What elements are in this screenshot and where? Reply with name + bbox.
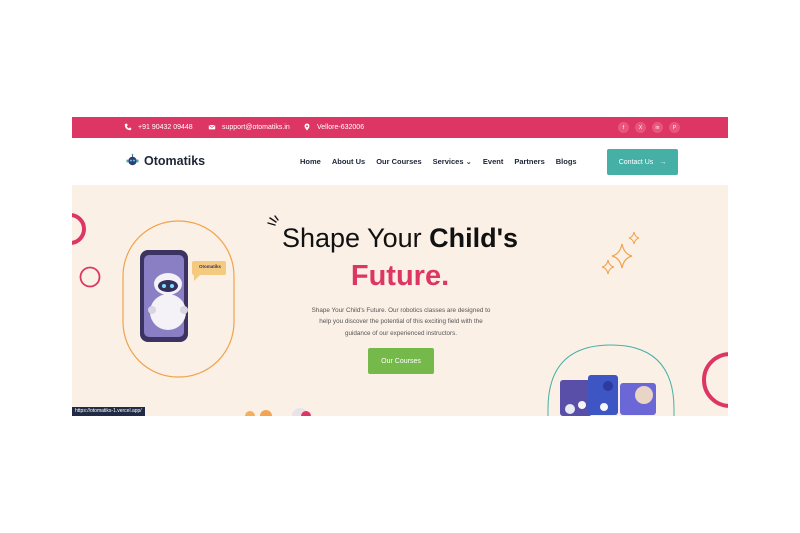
bottom-decorations	[245, 408, 311, 416]
browser-viewport: +91 90432 09448 support@otomatiks.in Vel…	[72, 117, 728, 416]
social-links: f X in P	[618, 122, 680, 133]
main-navbar: Otomatiks Home About Us Our Courses Serv…	[72, 138, 728, 185]
our-courses-button[interactable]: Our Courses	[368, 348, 434, 374]
hero-title-bold: Child's	[429, 223, 519, 253]
map-pin-icon	[304, 123, 310, 131]
brand-logo[interactable]: Otomatiks	[125, 153, 205, 168]
email-text: support@otomatiks.in	[222, 123, 290, 131]
nav-item-home[interactable]: Home	[300, 157, 321, 166]
robot-logo-icon	[126, 153, 139, 166]
contact-us-label: Contact Us	[618, 158, 654, 166]
location-text: Vellore-632006	[317, 123, 365, 131]
teal-arch-illustration	[547, 344, 675, 416]
hero-description: Shape Your Child's Future. Our robotics …	[311, 307, 491, 337]
email-info[interactable]: support@otomatiks.in	[208, 123, 290, 131]
nav-item-our-courses[interactable]: Our Courses	[376, 157, 421, 166]
nav-menu: Home About Us Our Courses Services ⌄ Eve…	[300, 157, 577, 166]
phone-text: +91 90432 09448	[138, 123, 193, 131]
contact-us-button[interactable]: Contact Us →	[607, 149, 678, 175]
status-bar-url: https://otomatiks-1.vercel.app/	[72, 407, 145, 416]
nav-item-blogs[interactable]: Blogs	[556, 157, 577, 166]
nav-item-about-us[interactable]: About Us	[332, 157, 365, 166]
x-icon[interactable]: X	[635, 122, 646, 133]
nav-item-event[interactable]: Event	[483, 157, 503, 166]
right-pink-ring-decoration	[702, 352, 728, 408]
nav-item-partners[interactable]: Partners	[514, 157, 544, 166]
hero-section: Otomatiks Shape Your Child's Future. Sha…	[72, 185, 728, 416]
facebook-icon[interactable]: f	[618, 122, 629, 133]
nav-item-services-label: Services	[432, 157, 464, 166]
sparkles-decoration	[601, 231, 640, 275]
linkedin-icon[interactable]: in	[652, 122, 663, 133]
pinterest-icon[interactable]: P	[669, 122, 680, 133]
arrow-right-icon: →	[659, 158, 667, 166]
location-info: Vellore-632006	[303, 123, 364, 131]
phone-info[interactable]: +91 90432 09448	[124, 123, 193, 131]
brand-name: Otomatiks	[144, 153, 206, 168]
envelope-icon	[208, 124, 216, 130]
phone-icon	[124, 123, 132, 131]
chevron-down-icon: ⌄	[465, 157, 472, 166]
top-info-bar: +91 90432 09448 support@otomatiks.in Vel…	[72, 117, 728, 138]
hero-title-regular: Shape Your	[281, 223, 430, 253]
nav-item-services[interactable]: Services ⌄	[433, 157, 472, 166]
